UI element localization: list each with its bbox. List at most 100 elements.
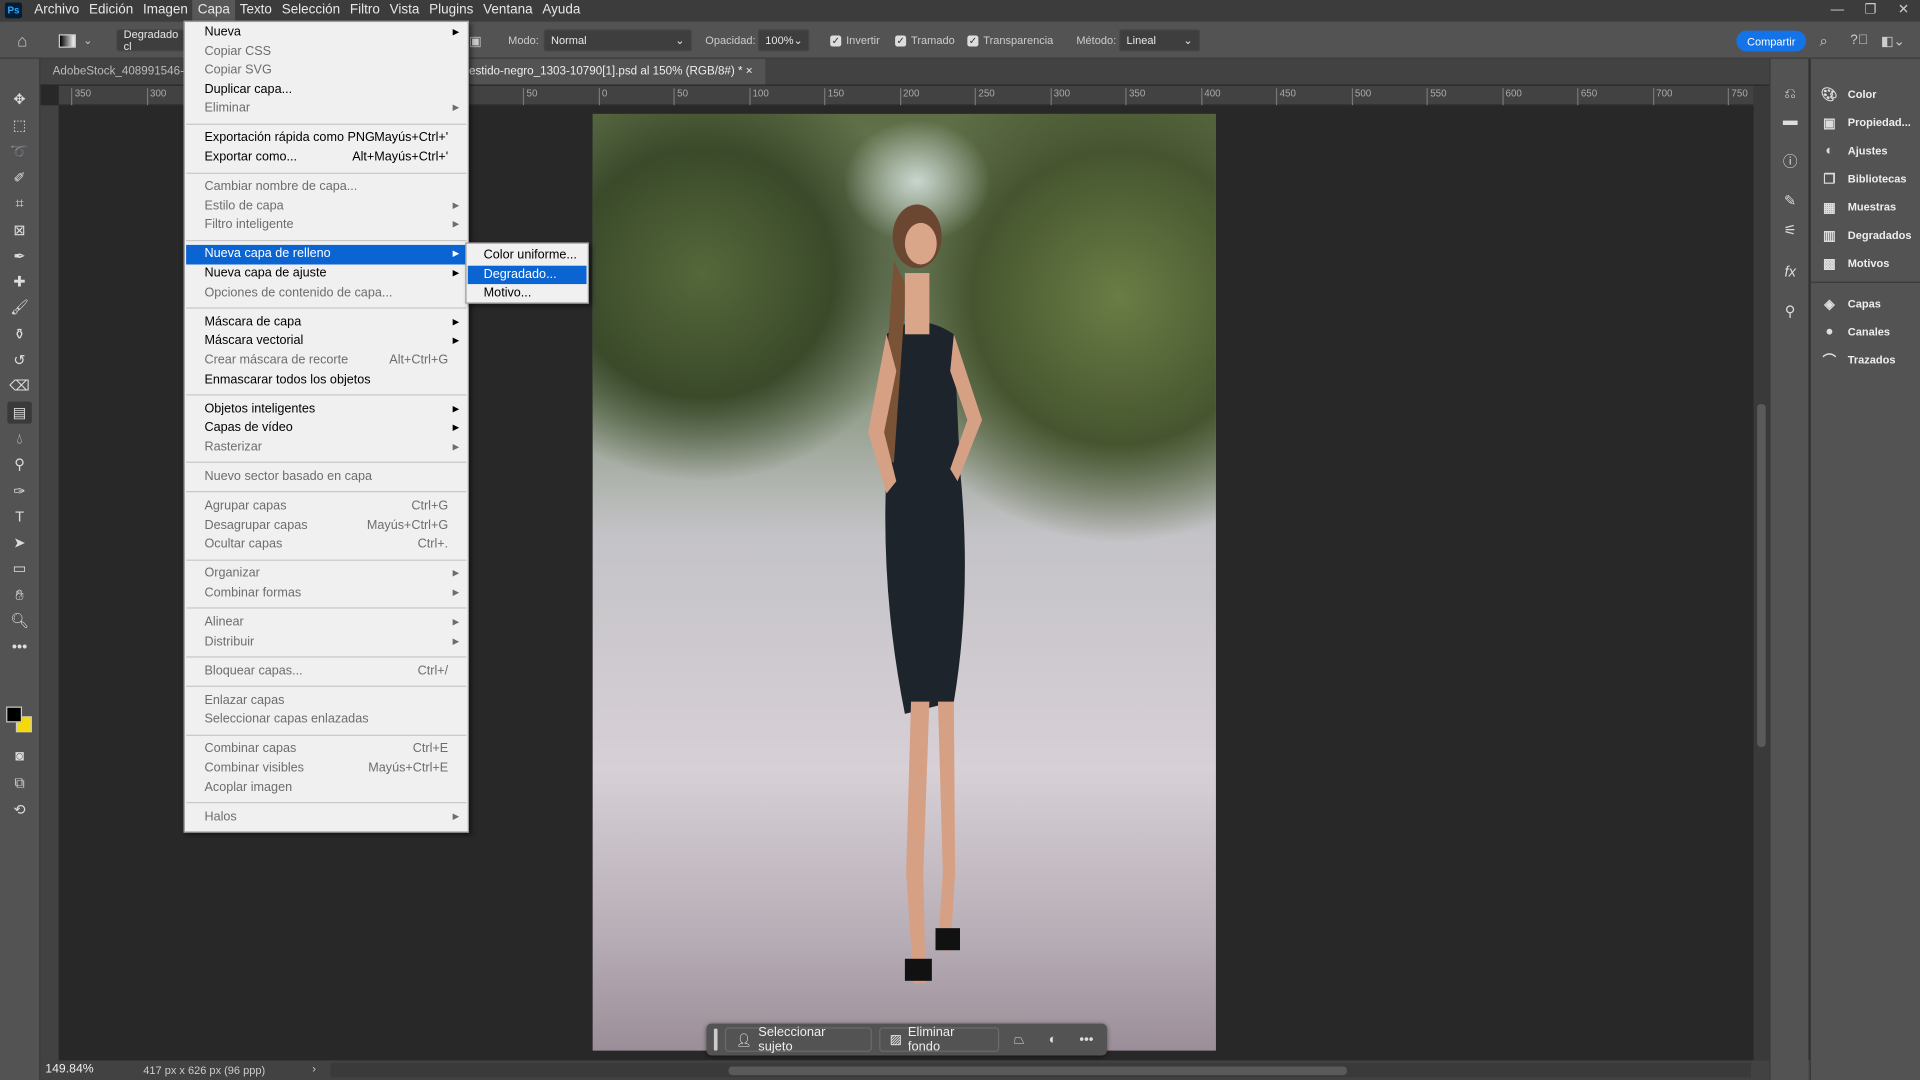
menu-item-desagrupar-capas[interactable]: Desagrupar capas Mayús+Ctrl+G: [186, 516, 466, 535]
menu-item-distribuir[interactable]: Distribuir ▶: [186, 632, 466, 651]
minimize-button[interactable]: —: [1821, 0, 1854, 21]
workspace-icon[interactable]: ◧⌄: [1881, 22, 1905, 59]
transparency-checkbox[interactable]: ✓ Transparencia: [967, 22, 1053, 59]
menu-item-combinar-formas[interactable]: Combinar formas ▶: [186, 584, 466, 603]
menu-item-nueva-capa-de-ajuste[interactable]: Nueva capa de ajuste ▶: [186, 265, 466, 284]
panel-ajustes[interactable]: ◐ Ajustes: [1821, 140, 1887, 162]
menu-vista[interactable]: Vista: [385, 0, 425, 21]
menu-item-agrupar-capas[interactable]: Agrupar capas Ctrl+G: [186, 497, 466, 516]
home-icon[interactable]: ⌂: [17, 22, 27, 59]
menu-item-color-uniforme[interactable]: Color uniforme...: [468, 246, 587, 265]
menu-item-seleccionar-capas-enlazadas[interactable]: Seleccionar capas enlazadas: [186, 711, 466, 730]
menu-item-nueva[interactable]: Nueva ▶: [186, 23, 466, 42]
rectangle-tool-icon[interactable]: ▭: [7, 558, 31, 580]
menu-item-mascara-de-capa[interactable]: Máscara de capa ▶: [186, 313, 466, 332]
menu-item-exportar-como[interactable]: Exportar como... Alt+Mayús+Ctrl+': [186, 148, 466, 167]
menu-item-enlazar-capas[interactable]: Enlazar capas: [186, 691, 466, 710]
gradient-preset-select[interactable]: Degradado cl: [116, 28, 190, 53]
close-button[interactable]: ✕: [1887, 0, 1920, 21]
menu-item-organizar[interactable]: Organizar ▶: [186, 565, 466, 584]
menu-item-copiar-css[interactable]: Copiar CSS: [186, 42, 466, 61]
menu-item-nueva-capa-de-relleno[interactable]: Nueva capa de relleno ▶: [186, 245, 467, 265]
search-icon[interactable]: ⌕: [1820, 22, 1828, 59]
drag-handle[interactable]: [713, 1028, 718, 1051]
panel-propiedad[interactable]: ▣ Propiedad...: [1821, 111, 1911, 133]
menu-item-objetos-inteligentes[interactable]: Objetos inteligentes ▶: [186, 400, 466, 419]
type-tool-icon[interactable]: T: [7, 505, 31, 527]
mode-select[interactable]: Normal ⌄: [543, 29, 692, 52]
menu-item-acoplar-imagen[interactable]: Acoplar imagen: [186, 778, 466, 797]
menu-imagen[interactable]: Imagen: [138, 0, 193, 21]
menu-item-motivo[interactable]: Motivo...: [468, 284, 587, 303]
method-select[interactable]: Lineal ⌄: [1119, 29, 1201, 52]
status-chevron-icon[interactable]: ›: [312, 1063, 316, 1075]
menu-item-cambiar-nombre-de-capa[interactable]: Cambiar nombre de capa...: [186, 178, 466, 197]
document-image[interactable]: [592, 113, 1216, 1051]
more-tools-icon[interactable]: •••: [7, 636, 31, 658]
hand-tool-icon[interactable]: ✋︎: [7, 584, 31, 606]
menu-item-bloquear-capas[interactable]: Bloquear capas... Ctrl+/: [186, 662, 466, 681]
remove-background-button[interactable]: ▨ Eliminar fondo: [878, 1025, 999, 1054]
panel-motivos[interactable]: ▩ Motivos: [1821, 252, 1889, 274]
menu-item-ocultar-capas[interactable]: Ocultar capas Ctrl+.: [186, 535, 466, 554]
menu-capa[interactable]: Capa: [192, 0, 235, 21]
menu-item-filtro-inteligente[interactable]: Filtro inteligente ▶: [186, 216, 466, 235]
invert-checkbox[interactable]: ✓ Invertir: [830, 22, 880, 59]
menu-texto[interactable]: Texto: [235, 0, 277, 21]
menu-item-copiar-svg[interactable]: Copiar SVG: [186, 61, 466, 80]
select-subject-button[interactable]: 👤︎ Seleccionar sujeto: [724, 1025, 872, 1054]
opacity-input[interactable]: 100% ⌄: [757, 29, 810, 52]
path-select-icon[interactable]: ➤: [7, 532, 31, 554]
help-icon[interactable]: ?⃝: [1850, 22, 1868, 59]
menu-item-rasterizar[interactable]: Rasterizar ▶: [186, 438, 466, 457]
zoom-level[interactable]: 149.84%: [45, 1063, 93, 1076]
gradient-swatch-button[interactable]: ⌄: [58, 22, 93, 59]
menu-item-crear-mascara-de-recorte[interactable]: Crear máscara de recorte Alt+Ctrl+G: [186, 351, 466, 370]
menu-item-estilo-de-capa[interactable]: Estilo de capa ▶: [186, 197, 466, 216]
frame-tool-icon[interactable]: ⊠: [7, 219, 31, 241]
blur-tool-icon[interactable]: 💧︎: [7, 427, 31, 449]
panel-canales[interactable]: ● Canales: [1821, 321, 1890, 343]
panel-bibliotecas[interactable]: ❐ Bibliotecas: [1821, 168, 1906, 190]
gradient-type-icon[interactable]: ▣: [469, 22, 482, 59]
panel-degradados[interactable]: ▥ Degradados: [1821, 224, 1911, 246]
menu-item-combinar-capas[interactable]: Combinar capas Ctrl+E: [186, 740, 466, 759]
clone-stamp-icon[interactable]: ⚱: [7, 323, 31, 345]
foreground-color-swatch[interactable]: [6, 706, 23, 723]
menu-item-nuevo-sector-basado-en-capa[interactable]: Nuevo sector basado en capa: [186, 468, 466, 487]
brush-settings-icon[interactable]: ⚟: [1780, 220, 1800, 240]
share-button[interactable]: Compartir: [1736, 30, 1807, 52]
menu-item-mascara-vectorial[interactable]: Máscara vectorial ▶: [186, 332, 466, 351]
menu-edicion[interactable]: Edición: [84, 0, 138, 21]
quick-select-icon[interactable]: ✐: [7, 166, 31, 188]
adjustment-icon[interactable]: ◐: [1040, 1032, 1066, 1047]
move-tool-icon[interactable]: ✥: [7, 88, 31, 110]
share-for-review-icon[interactable]: ⟲: [7, 798, 31, 820]
brushes-icon[interactable]: ✎: [1780, 191, 1800, 211]
transform-icon[interactable]: ⏢: [1006, 1032, 1032, 1048]
dodge-tool-icon[interactable]: ⚲: [7, 453, 31, 475]
pen-tool-icon[interactable]: ✑: [7, 479, 31, 501]
menu-plugins[interactable]: Plugins: [424, 0, 478, 21]
panel-muestras[interactable]: ▦ Muestras: [1821, 196, 1896, 218]
menu-item-capas-de-video[interactable]: Capas de vídeo ▶: [186, 419, 466, 438]
menu-seleccion[interactable]: Selección: [277, 0, 345, 21]
screen-mode-icon[interactable]: ⧉: [7, 771, 31, 793]
marquee-tool-icon[interactable]: ⬚: [7, 114, 31, 136]
tab-adobestock[interactable]: AdobeStock_408991546-s: [40, 59, 202, 85]
menu-archivo[interactable]: Archivo: [29, 0, 84, 21]
panel-capas[interactable]: ◈ Capas: [1821, 293, 1881, 315]
menu-item-duplicar-capa[interactable]: Duplicar capa...: [186, 81, 466, 100]
menu-item-opciones-de-contenido-de-capa[interactable]: Opciones de contenido de capa...: [186, 284, 466, 303]
clone-source-icon[interactable]: ⚲: [1780, 301, 1800, 321]
menu-item-eliminar[interactable]: Eliminar ▶: [186, 100, 466, 119]
menu-ventana[interactable]: Ventana: [478, 0, 537, 21]
history-brush-icon[interactable]: ↺: [7, 349, 31, 371]
restore-button[interactable]: ❐: [1854, 0, 1887, 21]
comments-icon[interactable]: ▬: [1780, 110, 1800, 130]
panel-color[interactable]: 🎨︎ Color: [1821, 83, 1877, 105]
info-icon[interactable]: ⓘ: [1780, 152, 1800, 172]
menu-ayuda[interactable]: Ayuda: [537, 0, 585, 21]
dither-checkbox[interactable]: ✓ Tramado: [895, 22, 955, 59]
menu-item-combinar-visibles[interactable]: Combinar visibles Mayús+Ctrl+E: [186, 759, 466, 778]
